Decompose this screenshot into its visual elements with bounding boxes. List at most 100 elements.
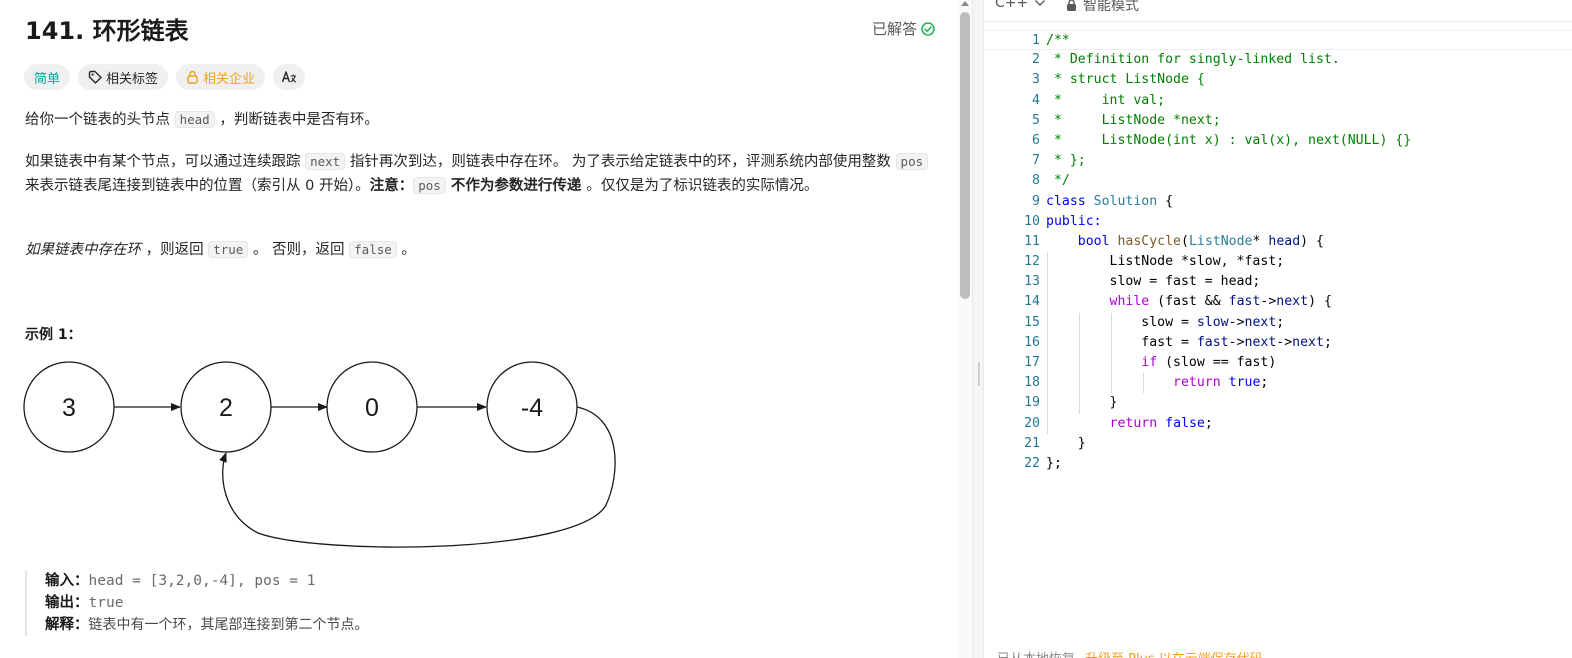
line-number: 12 [1024,254,1040,270]
code-line[interactable]: 19 } [984,393,1572,414]
related-tags-button[interactable]: 相关标签 [78,64,169,90]
code-line[interactable]: 11 bool hasCycle(ListNode* head) { [984,232,1572,252]
code-line[interactable]: 7 * }; [984,151,1572,171]
code-line[interactable]: 16 fast = fast->next->next; [984,332,1572,353]
example-input-row: 输入：head = [3,2,0,-4], pos = 1 [45,570,369,592]
line-number: 13 [1024,274,1040,290]
inline-code: true [208,241,249,258]
code-editor-panel: C++ 智能模式 1 /** 2 * Definition for singly-… [984,0,1572,658]
description-panel: 141. 环形链表 已解答 简单 相关标签 相关企业 给你一个链表的头节点 he… [0,0,958,658]
tag-icon [88,70,102,84]
code-line[interactable]: 14 while (fast && fast->next) { [984,292,1572,313]
difficulty-label: 简单 [34,71,61,87]
code-text: } [1046,435,1086,451]
line-number: 7 [1032,153,1040,169]
code-line[interactable]: 13 slow = fast = head; [984,272,1572,293]
node-value: 2 [219,394,233,422]
code-line[interactable]: 3 * struct ListNode { [984,70,1572,90]
code-text: */ [1046,173,1070,189]
code-text: * int val; [1046,92,1166,108]
translate-icon [281,71,297,83]
text: 指针再次到达，则链表中存在环。 为了表示给定链表中的环，评测系统内部使用整数 [345,154,896,170]
code-line[interactable]: 20 return false; [984,413,1572,434]
code-line[interactable]: 12 ListNode *slow, *fast; [984,252,1572,273]
text: ，判断链表中是否有环。 [214,112,379,128]
line-number: 2 [1032,52,1040,68]
panel-resize-handle[interactable] [972,0,984,658]
line-number: 8 [1032,173,1040,189]
list-node: 3 [23,361,115,453]
input-value: head = [3,2,0,-4], pos = 1 [88,573,316,589]
inline-code: head [174,111,215,128]
code-text: return false; [1109,415,1213,431]
explain-value: 链表中有一个环，其尾部连接到第二个节点。 [88,617,369,633]
code-line[interactable]: 21 } [984,434,1572,454]
line-number: 16 [1024,334,1040,350]
code-text: public: [1046,213,1102,229]
related-companies-button[interactable]: 相关企业 [176,64,266,90]
code-line[interactable]: 22}; [984,454,1572,474]
line-number: 14 [1024,294,1040,310]
list-node: 2 [180,361,272,453]
example-1-block: 输入：head = [3,2,0,-4], pos = 1 输出：true 解释… [25,570,369,636]
code-text: slow = fast = head; [1046,274,1261,290]
code-text: return true; [1173,375,1269,391]
code-text: * Definition for singly-linked list. [1046,52,1340,68]
tag-row: 简单 相关标签 相关企业 [24,64,306,90]
code-line[interactable]: 8 */ [984,171,1572,191]
code-line[interactable]: 18 return true; [984,373,1572,394]
scrollbar-thumb[interactable] [960,12,970,299]
line-number: 4 [1032,92,1040,108]
code-line[interactable]: 2 * Definition for singly-linked list. [984,50,1572,70]
input-label: 输入： [45,573,89,589]
node-value: -4 [521,394,543,422]
line-number: 15 [1024,314,1040,330]
chevron-down-icon [1035,0,1046,6]
code-line[interactable]: 5 * ListNode *next; [984,111,1572,131]
example-output-row: 输出：true [45,592,369,614]
line-number: 20 [1024,415,1040,431]
language-selector[interactable]: C++ [995,0,1046,11]
restore-status: 已从本地恢复 [997,648,1075,658]
list-node: -4 [486,361,578,453]
code-text: }; [1046,455,1062,471]
code-text: fast = fast->next->next; [1046,334,1332,350]
code-text: * ListNode *next; [1046,112,1221,128]
scroll-up-arrow-icon[interactable] [961,1,969,6]
check-circle-icon [921,21,935,36]
code-text: } [1046,395,1118,411]
example-explain-row: 解释：链表中有一个环，其尾部连接到第二个节点。 [45,614,369,636]
code-line[interactable]: 10 public: [984,212,1572,232]
text: 。 [396,242,416,258]
line-number: 21 [1024,435,1040,451]
description-scrollbar[interactable] [958,0,972,658]
difficulty-badge[interactable]: 简单 [24,64,71,90]
line-number: 6 [1032,132,1040,148]
output-label: 输出： [45,595,89,611]
inline-code: false [349,241,397,258]
description-paragraph-3: 如果链表中存在环 ，则返回 true 。 否则，返回 false 。 [25,238,930,262]
inline-code: next [305,153,346,170]
line-number: 17 [1024,355,1040,370]
upgrade-link[interactable]: 升级至 Plus 以在云端保存代码 [1085,648,1263,658]
code-text: * struct ListNode { [1046,72,1205,88]
text: 如果链表中有某个节点，可以通过连续跟踪 [25,154,306,170]
code-editor[interactable]: 1 /** 2 * Definition for singly-linked li… [984,30,1572,474]
drag-grip-icon[interactable] [978,362,980,386]
linked-list-diagram: 3 2 0 -4 [23,361,616,548]
code-line[interactable]: 15 slow = slow->next; [984,312,1572,333]
line-number: 18 [1024,375,1040,391]
code-line[interactable]: 6 * ListNode(int x) : val(x), next(NULL)… [984,131,1572,151]
line-number: 5 [1032,112,1040,128]
code-line[interactable]: 4 * int val; [984,91,1572,111]
code-line[interactable]: 17 if (slow == fast) [984,353,1572,374]
smart-mode-selector[interactable]: 智能模式 [1066,0,1139,15]
code-text: * ListNode(int x) : val(x), next(NULL) {… [1046,132,1412,148]
editor-toolbar: C++ 智能模式 [984,0,1572,22]
text: 。 否则，返回 [248,242,350,258]
translate-button[interactable] [273,64,306,90]
description-paragraph-2: 如果链表中有某个节点，可以通过连续跟踪 next 指针再次到达，则链表中存在环。… [25,150,930,198]
code-line[interactable]: 1 /** [984,30,1572,51]
code-line[interactable]: 9 class Solution { [984,192,1572,212]
italic-text: 如果链表中存在环 [25,242,141,258]
